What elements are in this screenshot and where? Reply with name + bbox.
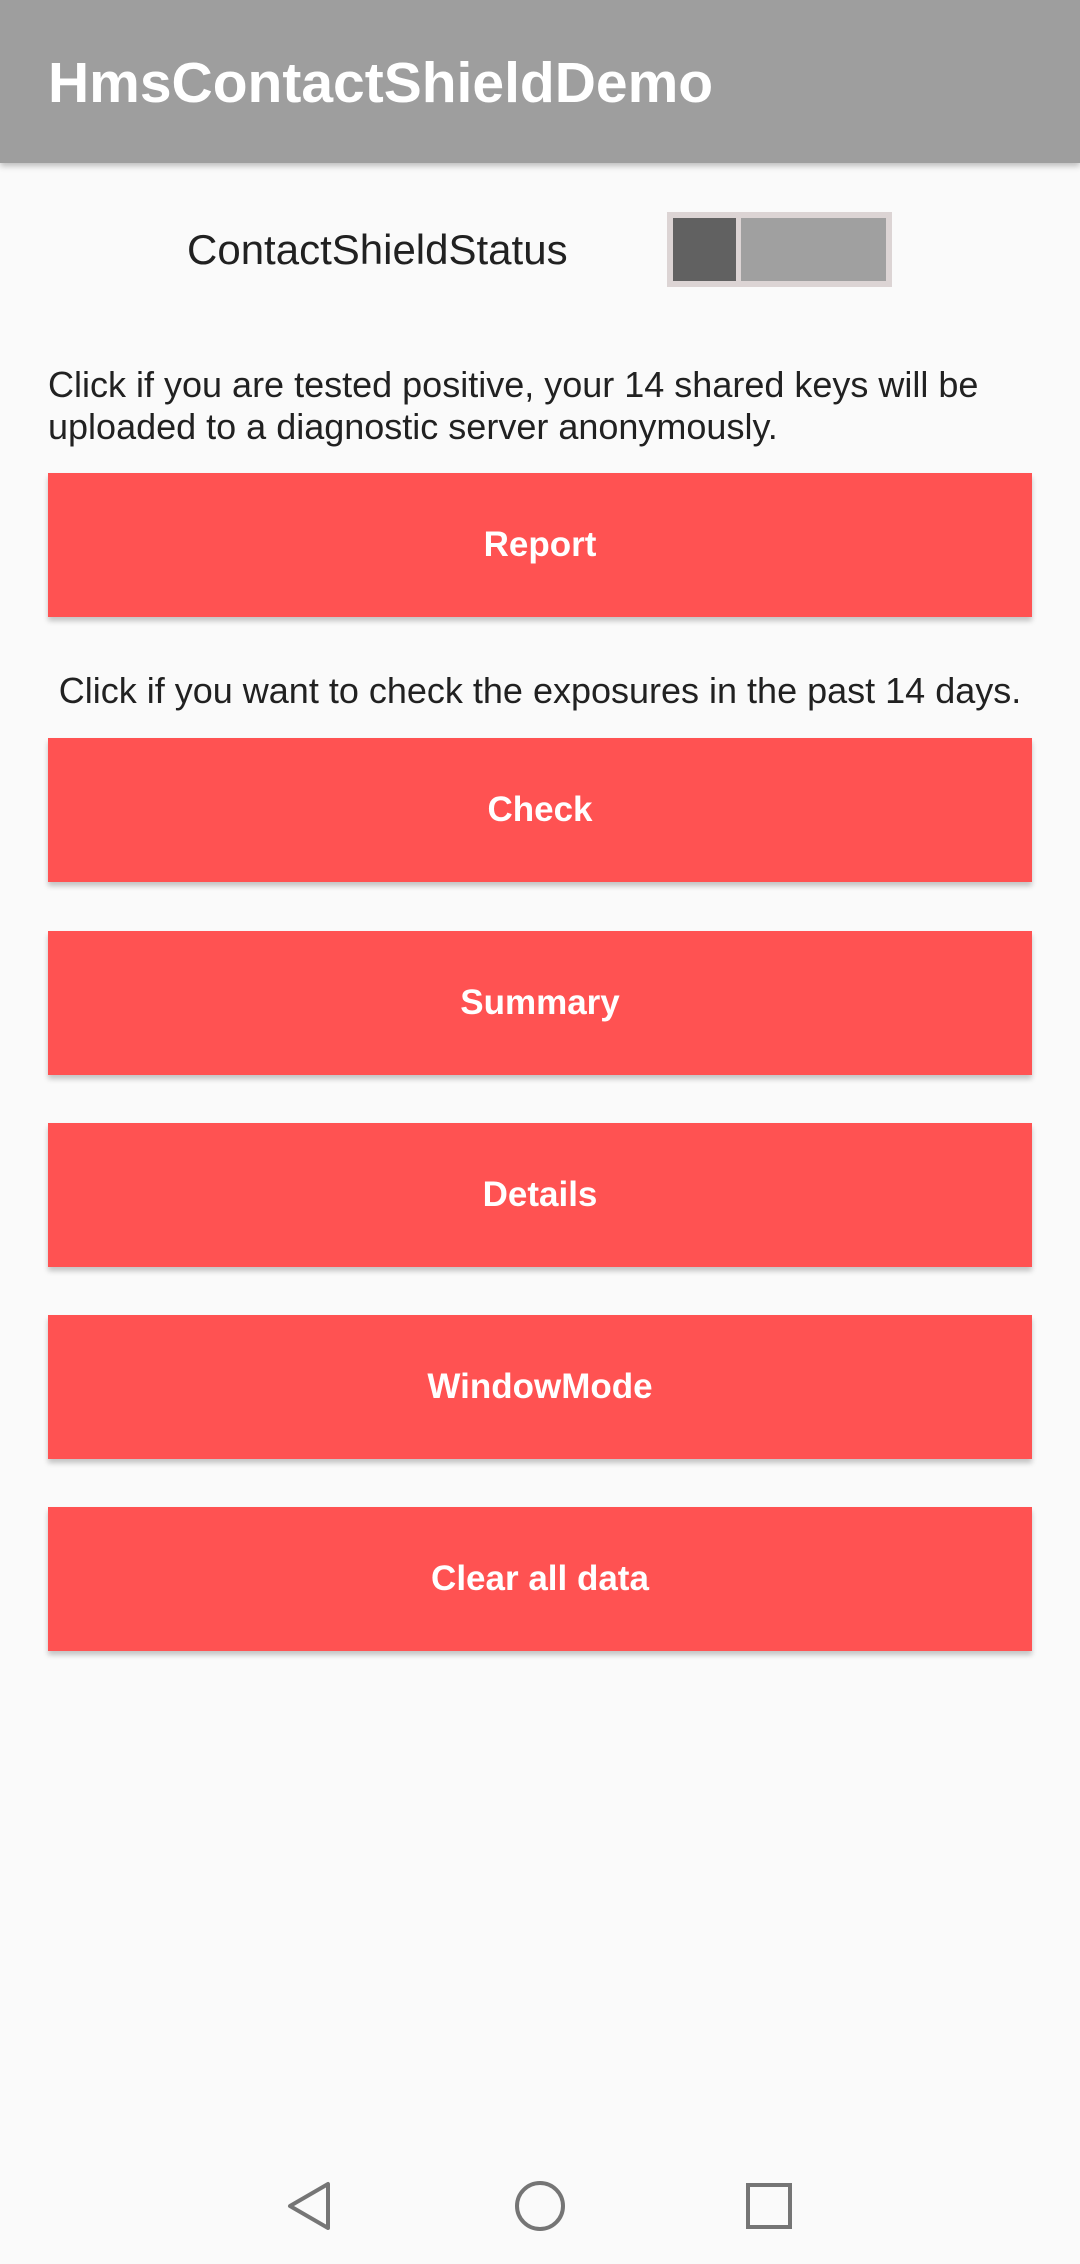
app-title: HmsContactShieldDemo	[48, 51, 714, 115]
app-bar: HmsContactShieldDemo	[0, 0, 1080, 163]
report-description: Click if you are tested positive, your 1…	[48, 364, 979, 447]
check-description: Click if you want to check the exposures…	[58, 670, 1022, 711]
back-icon	[288, 2182, 330, 2230]
summary-button[interactable]: Summary	[48, 931, 1032, 1075]
details-button[interactable]: Details	[48, 1123, 1032, 1267]
switch-track	[741, 218, 886, 281]
switch-thumb	[673, 218, 736, 281]
contact-shield-switch[interactable]	[667, 212, 892, 287]
check-button[interactable]: Check	[48, 738, 1032, 882]
clear-all-data-button[interactable]: Clear all data	[48, 1507, 1032, 1651]
status-row: ContactShieldStatus	[0, 200, 1080, 300]
home-icon	[515, 2181, 565, 2231]
report-button[interactable]: Report	[48, 473, 1032, 617]
nav-recent-button[interactable]	[737, 2174, 801, 2238]
nav-back-button[interactable]	[278, 2174, 342, 2238]
recent-apps-icon	[746, 2183, 792, 2229]
window-mode-button[interactable]: WindowMode	[48, 1315, 1032, 1459]
navigation-bar	[0, 2148, 1080, 2264]
nav-home-button[interactable]	[508, 2174, 572, 2238]
status-label: ContactShieldStatus	[187, 226, 568, 273]
